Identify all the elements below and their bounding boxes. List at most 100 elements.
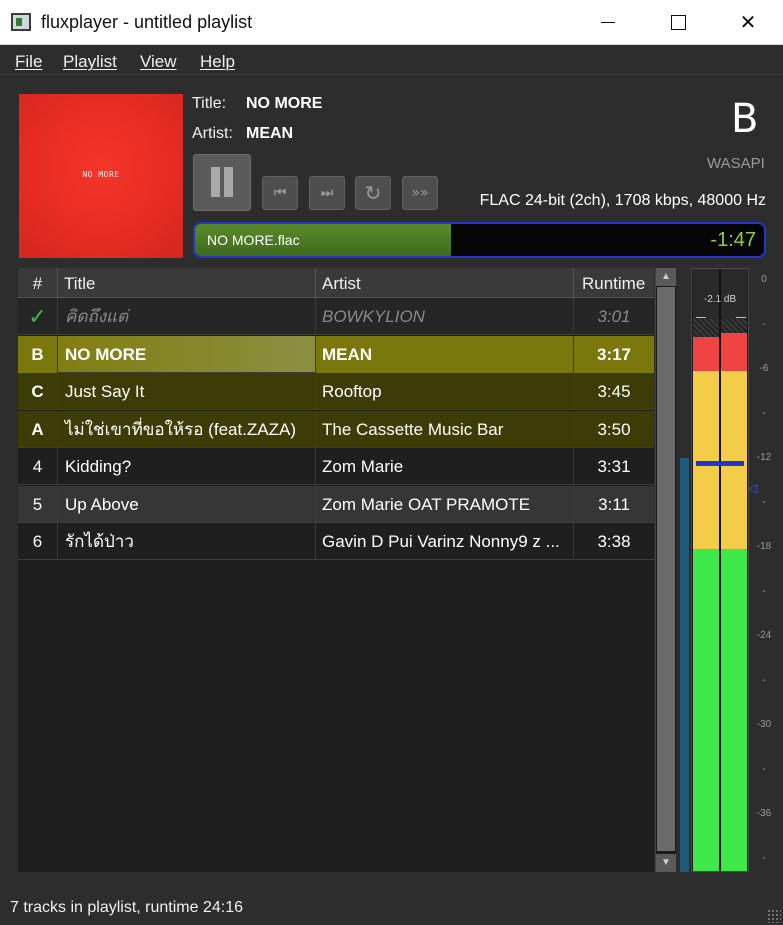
queue-letter: B <box>731 96 759 142</box>
vu-level-line <box>696 317 706 318</box>
repeat-button[interactable]: ↻ <box>355 176 391 210</box>
track-title-cell: NO MORE <box>58 335 316 373</box>
vu-red-zone <box>693 337 719 371</box>
table-row[interactable]: C Just Say It Rooftop 3:45 <box>18 373 654 410</box>
vu-scale-label: - <box>762 763 766 775</box>
header-num[interactable]: # <box>18 268 58 298</box>
resize-grip-icon[interactable] <box>767 909 781 923</box>
vu-scale-label: -12 <box>756 452 772 463</box>
table-row[interactable]: ✓ คิดถึงแต่ BOWKYLION 3:01 <box>18 298 654 335</box>
maximize-icon <box>670 15 686 30</box>
pause-button[interactable] <box>193 154 251 211</box>
track-artist-cell: BOWKYLION <box>316 298 574 335</box>
menu-view[interactable]: View <box>140 52 177 72</box>
table-row[interactable]: 6 รักได้ป่าว Gavin D Pui Varinz Nonny9 z .… <box>18 523 654 560</box>
remaining-time: -1:47 <box>710 229 756 251</box>
vu-meter: -2.1 dB <box>691 268 749 872</box>
vu-peak-marker <box>696 461 744 466</box>
track-artist-cell: The Cassette Music Bar <box>316 410 574 448</box>
playlist-scrollbar[interactable]: ▲ ▼ <box>655 268 676 872</box>
vu-yellow-zone <box>721 371 747 549</box>
track-title-cell: คิดถึงแต่ <box>58 298 316 335</box>
track-artist-cell: Rooftop <box>316 373 574 410</box>
fast-forward-button[interactable]: »» <box>402 176 438 210</box>
track-runtime-cell: 3:17 <box>574 335 654 373</box>
track-number: C <box>18 373 58 410</box>
vu-green-zone <box>693 549 719 871</box>
track-artist-cell: MEAN <box>316 335 574 373</box>
header-title[interactable]: Title <box>58 268 316 298</box>
format-info: FLAC 24-bit (2ch), 1708 kbps, 48000 Hz <box>479 192 766 209</box>
close-button[interactable]: ✕ <box>713 0 783 45</box>
status-text: 7 tracks in playlist, runtime 24:16 <box>10 899 243 916</box>
menu-file[interactable]: File <box>15 52 42 72</box>
track-number: B <box>18 335 58 373</box>
track-number: 5 <box>18 485 58 523</box>
vu-scale-label: -36 <box>756 808 772 819</box>
track-title: NO MORE <box>246 95 323 112</box>
menu-help[interactable]: Help <box>200 52 235 72</box>
previous-button[interactable]: ⏮ <box>262 176 298 210</box>
track-number: 4 <box>18 448 58 485</box>
vu-scale-label: -24 <box>756 630 772 641</box>
vu-red-zone <box>721 333 747 371</box>
table-row[interactable]: B NO MORE MEAN 3:17 <box>18 335 654 373</box>
track-runtime-cell: 3:01 <box>597 307 631 326</box>
minimize-icon <box>601 22 615 23</box>
app-icon <box>11 13 31 31</box>
vu-left-channel <box>693 269 719 871</box>
minimize-button[interactable] <box>573 0 643 45</box>
vu-scale-label: 0 <box>761 274 767 285</box>
vu-yellow-zone <box>693 371 719 549</box>
track-artist-cell: Gavin D Pui Varinz Nonny9 z ... <box>316 523 574 560</box>
maximize-button[interactable] <box>643 0 713 45</box>
track-runtime-cell: 3:38 <box>597 532 631 551</box>
vu-clip-zone <box>721 319 747 333</box>
header-runtime[interactable]: Runtime <box>574 268 654 298</box>
volume-marker-icon[interactable]: ◁ <box>748 481 757 495</box>
header-artist[interactable]: Artist <box>316 268 574 298</box>
scroll-down-button[interactable]: ▼ <box>656 854 676 872</box>
peak-db-readout: -2.1 dB <box>703 294 737 305</box>
scroll-thumb[interactable] <box>657 287 675 851</box>
output-device: WASAPI <box>707 155 765 172</box>
track-artist-cell: Zom Marie <box>316 448 574 485</box>
title-bar: fluxplayer - untitled playlist ✕ <box>0 0 783 45</box>
volume-level-bar <box>680 458 689 872</box>
playlist-header: # Title Artist Runtime <box>18 268 654 298</box>
close-icon: ✕ <box>739 12 757 34</box>
track-number: 6 <box>18 523 58 560</box>
track-title-cell: Kidding? <box>58 448 316 485</box>
track-number: A <box>18 410 58 448</box>
track-title-cell: รักได้ป่าว <box>58 523 316 560</box>
table-row[interactable]: 4 Kidding? Zom Marie 3:31 <box>18 448 654 485</box>
table-row[interactable]: 5 Up Above Zom Marie OAT PRAMOTE 3:11 <box>18 485 654 523</box>
track-artist-cell: Zom Marie OAT PRAMOTE <box>316 485 574 523</box>
played-check-icon: ✓ <box>28 304 47 329</box>
vu-scale-label: - <box>762 318 766 330</box>
vu-scale-label: - <box>762 407 766 419</box>
track-runtime-cell: 3:45 <box>597 382 631 401</box>
skip-next-icon: ⏭ <box>320 185 334 201</box>
cover-text: NO MORE <box>82 170 120 179</box>
seek-bar[interactable]: NO MORE.flac -1:47 <box>193 222 766 258</box>
vu-scale-label: -30 <box>756 719 772 730</box>
track-artist: MEAN <box>246 125 294 142</box>
vu-scale-label: - <box>762 496 766 508</box>
table-row[interactable]: A ไม่ใช่เขาที่ขอให้รอ (feat.ZAZA) The Cass… <box>18 410 654 448</box>
vu-right-channel <box>721 269 747 871</box>
current-file: NO MORE.flac <box>207 232 300 248</box>
menu-bar: File Playlist View Help <box>0 45 783 75</box>
repeat-icon: ↻ <box>364 181 382 205</box>
artist-label: Artist: <box>192 125 233 142</box>
playlist-table: # Title Artist Runtime ✓ คิดถึงแต่ BOWKYLI… <box>18 268 654 872</box>
title-label: Title: <box>192 95 227 112</box>
scroll-up-button[interactable]: ▲ <box>656 268 676 286</box>
track-runtime-cell: 3:50 <box>597 419 631 439</box>
track-runtime-cell: 3:11 <box>598 494 630 514</box>
menu-playlist[interactable]: Playlist <box>63 52 117 72</box>
track-title-cell: Just Say It <box>58 373 316 410</box>
next-button[interactable]: ⏭ <box>309 176 345 210</box>
album-cover: NO MORE <box>19 94 183 258</box>
vu-scale-label: -6 <box>759 363 769 374</box>
